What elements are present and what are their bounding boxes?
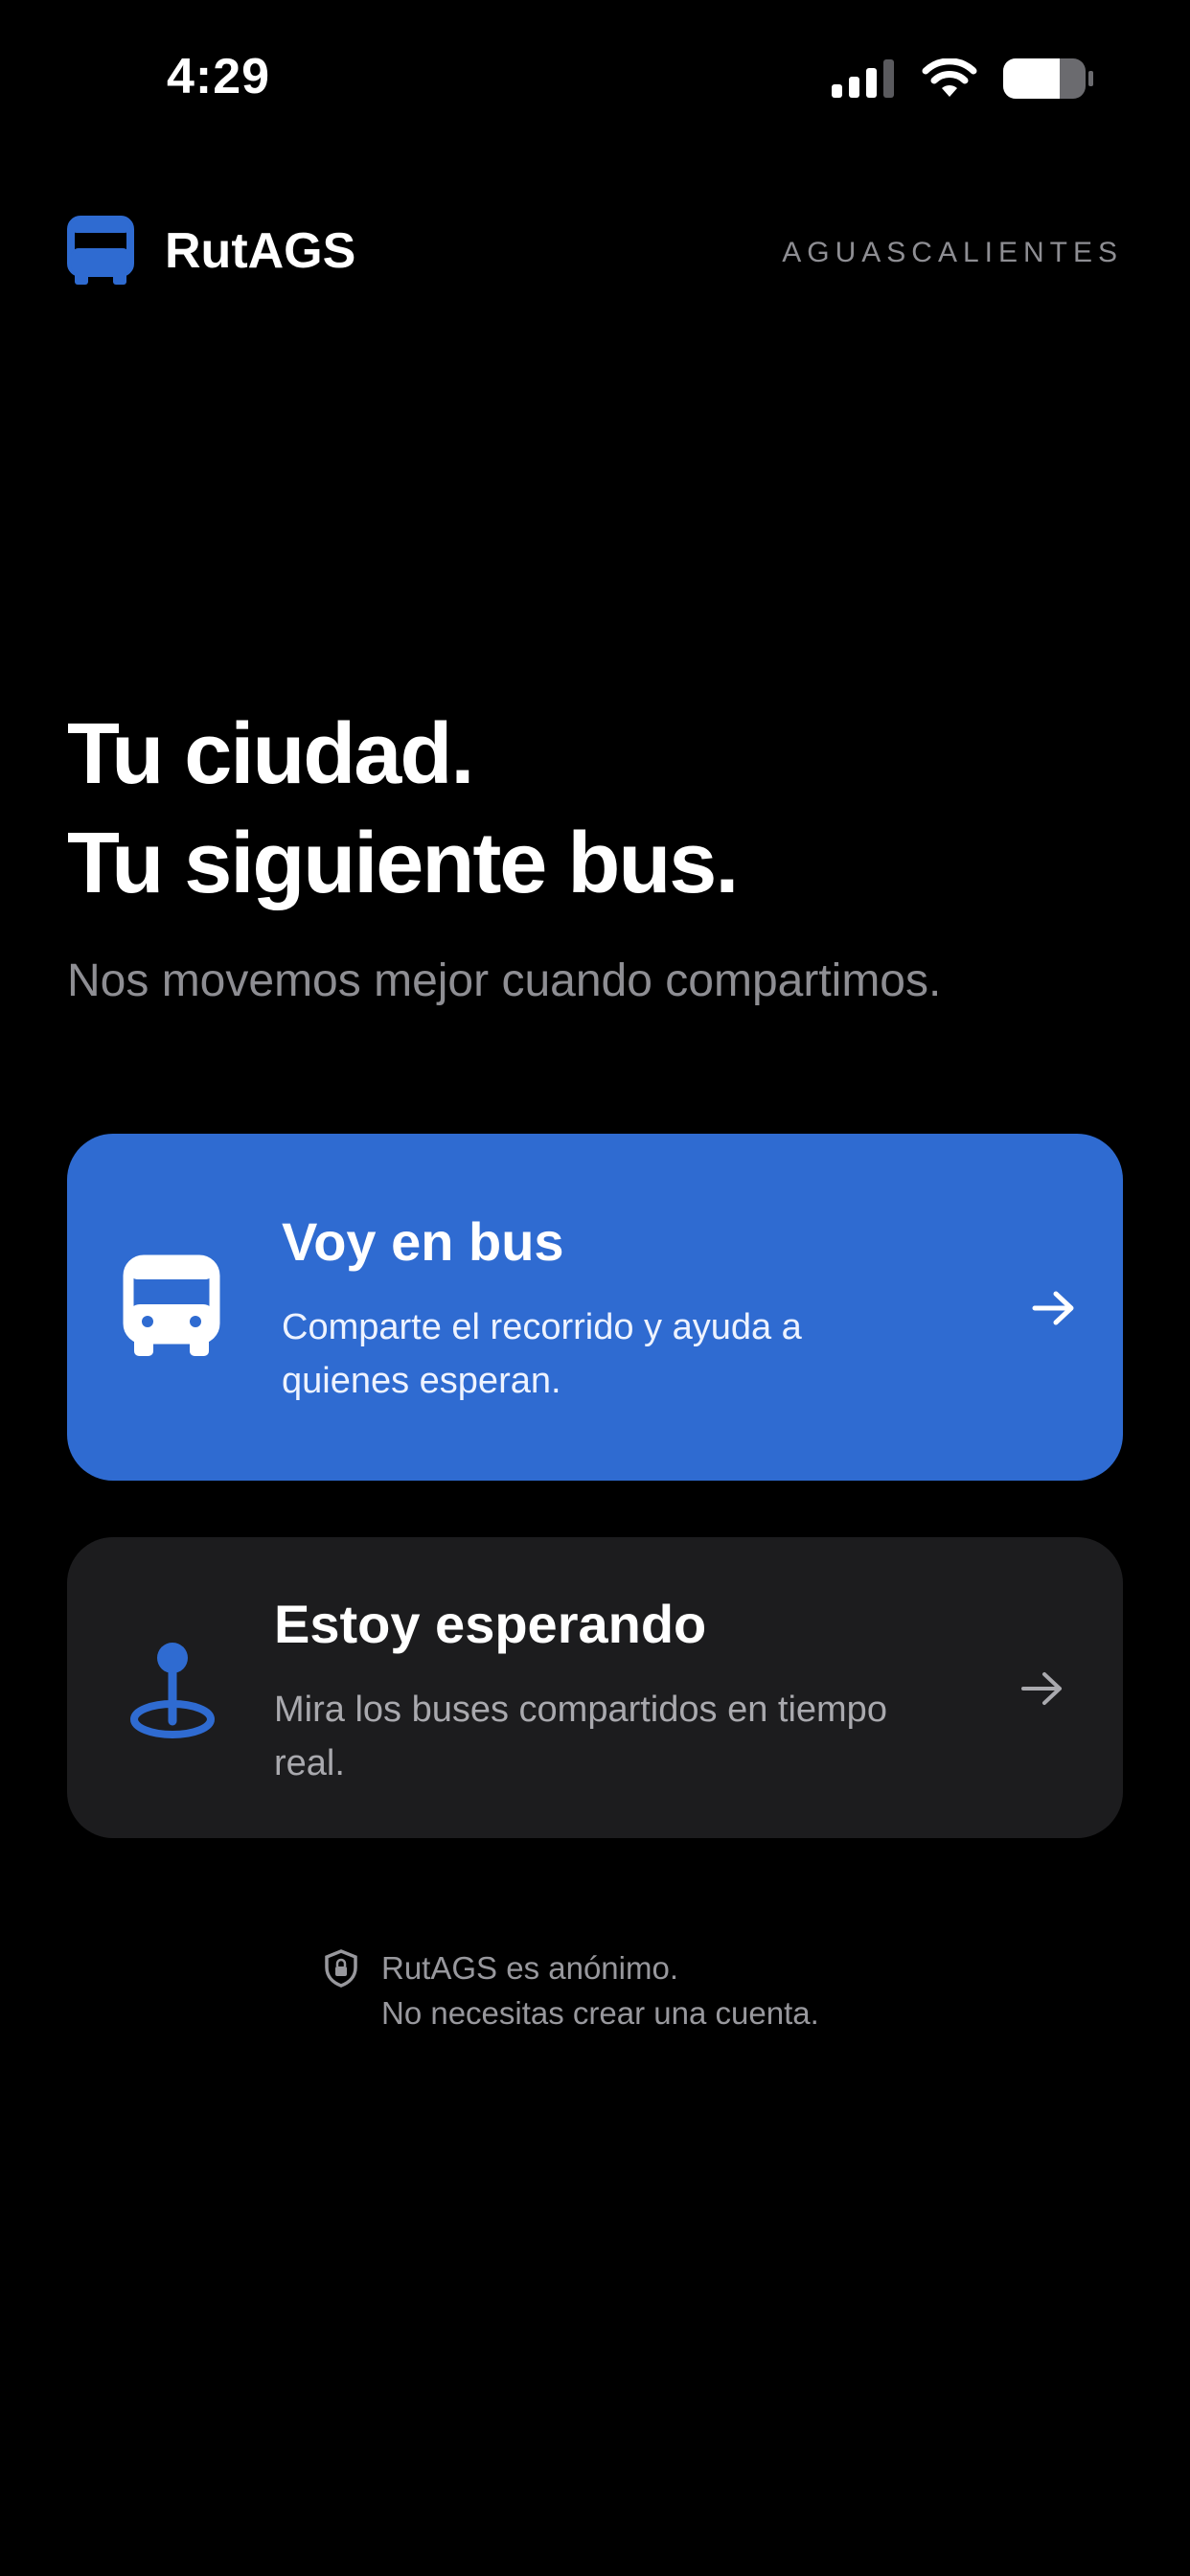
on-bus-title: Voy en bus <box>282 1211 564 1272</box>
bus-front-icon <box>123 1254 220 1356</box>
home-screen: 4:29 RutAGS AGUASCALIENTES Tu ciudad. Tu… <box>0 0 1190 2576</box>
status-bar: 4:29 <box>0 0 1190 153</box>
on-bus-description: Comparte el recorrido y ayuda a quienes … <box>282 1307 802 1401</box>
app-name: RutAGS <box>165 223 356 279</box>
hero-title-line2: Tu siguiente bus. <box>67 816 739 911</box>
hero-subtitle: Nos movemos mejor cuando compartimos. <box>67 955 942 1006</box>
privacy-line1: RutAGS es anónimo. <box>381 1950 678 1986</box>
bus-icon <box>67 216 134 285</box>
shield-lock-icon <box>325 1949 357 1988</box>
wifi-icon <box>922 58 977 97</box>
city-label: AGUASCALIENTES <box>782 237 1123 268</box>
app-header: RutAGS AGUASCALIENTES <box>67 216 1123 292</box>
waiting-card[interactable]: Estoy esperando Mira los buses compartid… <box>67 1537 1123 1838</box>
status-icons <box>832 58 1094 100</box>
arrow-right-icon <box>1032 1291 1074 1325</box>
waiting-title: Estoy esperando <box>274 1594 707 1654</box>
battery-icon <box>1003 58 1093 99</box>
brand[interactable]: RutAGS <box>67 216 355 287</box>
on-bus-card[interactable]: Voy en bus Comparte el recorrido y ayuda… <box>67 1134 1123 1481</box>
hero: Tu ciudad. Tu siguiente bus. Nos movemos… <box>67 700 1123 1010</box>
privacy-note: RutAGS es anónimo. No necesitas crear un… <box>324 1945 819 2036</box>
waiting-description: Mira los buses compartidos en tiempo rea… <box>274 1690 887 1783</box>
arrow-right-icon <box>1021 1672 1062 1705</box>
status-time: 4:29 <box>167 49 271 104</box>
cellular-signal-icon <box>832 59 894 98</box>
location-pin-icon <box>130 1643 215 1738</box>
privacy-line2: No necesitas crear una cuenta. <box>381 1995 819 2031</box>
hero-title-line1: Tu ciudad. <box>67 706 474 802</box>
hero-title: Tu ciudad. Tu siguiente bus. <box>67 700 1123 918</box>
privacy-text: RutAGS es anónimo. No necesitas crear un… <box>381 1945 819 2036</box>
